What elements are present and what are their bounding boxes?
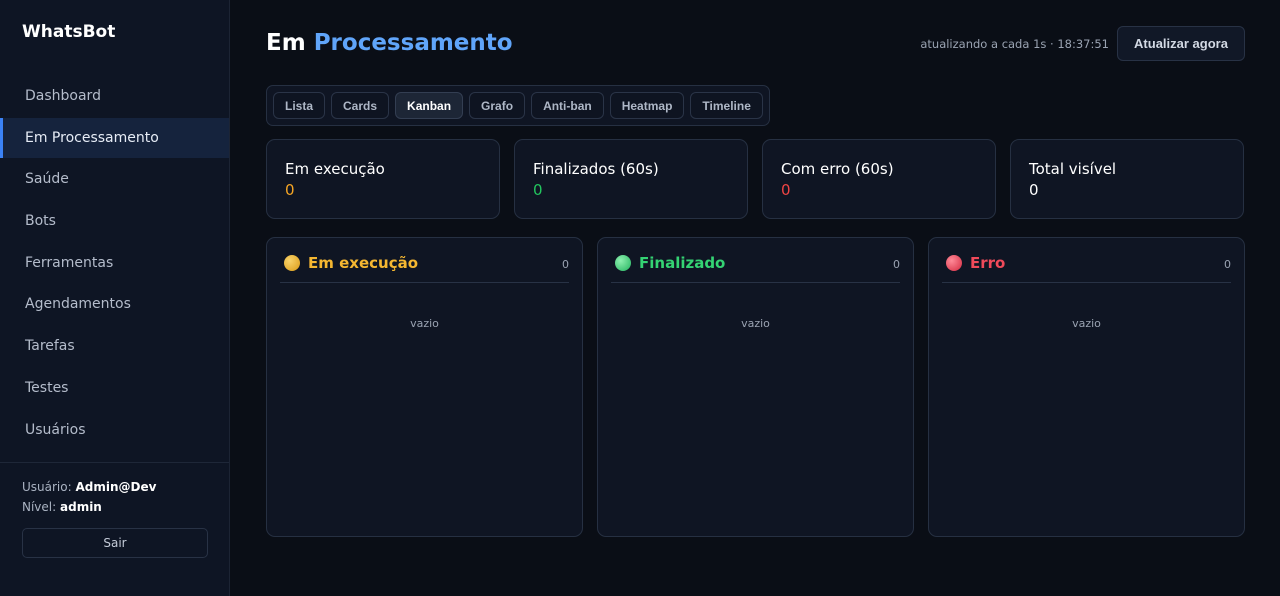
sidebar-item-dashboard[interactable]: Dashboard — [0, 76, 229, 116]
kanban-column-count: 0 — [893, 258, 900, 271]
kanban-column-title: Finalizado — [639, 254, 726, 272]
kanban-column-finished: Finalizado 0 vazio — [597, 237, 914, 537]
stat-value: 0 — [781, 181, 791, 199]
stat-label: Com erro (60s) — [781, 160, 894, 178]
logout-button[interactable]: Sair — [22, 528, 208, 558]
tab-grafo[interactable]: Grafo — [469, 92, 526, 119]
kanban-column-header: Erro 0 — [942, 238, 1231, 283]
tab-heatmap[interactable]: Heatmap — [609, 92, 685, 119]
sidebar-item-testes[interactable]: Testes — [0, 368, 229, 408]
stat-card-errors: Com erro (60s) 0 — [762, 139, 996, 219]
stat-label: Total visível — [1029, 160, 1117, 178]
refresh-now-button[interactable]: Atualizar agora — [1117, 26, 1245, 61]
sidebar-item-label: Dashboard — [25, 88, 101, 104]
sidebar-item-saude[interactable]: Saúde — [0, 159, 229, 199]
sidebar-item-label: Tarefas — [25, 338, 75, 355]
kanban-column-header: Finalizado 0 — [611, 238, 900, 283]
stat-label: Finalizados (60s) — [533, 160, 659, 178]
stat-card-finished: Finalizados (60s) 0 — [514, 139, 748, 219]
brand-logo: WhatsBot — [22, 22, 116, 42]
tab-kanban[interactable]: Kanban — [395, 92, 464, 119]
user-label: Usuário: — [22, 480, 72, 494]
sidebar-item-label: Saúde — [25, 171, 69, 188]
sidebar-divider — [0, 462, 229, 463]
status-dot-icon — [615, 255, 631, 271]
sidebar-item-label: Bots — [25, 213, 56, 230]
page-title-accent: Processamento — [313, 30, 513, 56]
sidebar-item-tarefas[interactable]: Tarefas — [0, 326, 229, 366]
kanban-empty-text: vazio — [741, 317, 770, 330]
kanban-empty-text: vazio — [1072, 317, 1101, 330]
level-value: admin — [60, 500, 102, 514]
sidebar-item-label: Testes — [25, 379, 69, 396]
kanban-column-error: Erro 0 vazio — [928, 237, 1245, 537]
page-title: Em Processamento — [266, 30, 513, 56]
kanban-column-header: Em execução 0 — [280, 238, 569, 283]
tab-lista[interactable]: Lista — [273, 92, 326, 119]
sidebar-nav: Dashboard Em Processamento Saúde Bots Fe… — [0, 76, 229, 451]
status-dot-icon — [946, 255, 962, 271]
level-label: Nível: — [22, 500, 57, 514]
sidebar-item-label: Ferramentas — [25, 254, 114, 271]
sidebar-item-bots[interactable]: Bots — [0, 201, 229, 241]
sidebar-item-label: Agendamentos — [25, 296, 131, 313]
stat-value: 0 — [285, 181, 295, 199]
sidebar: WhatsBot Dashboard Em Processamento Saúd… — [0, 0, 230, 596]
kanban-empty-text: vazio — [410, 317, 439, 330]
stat-label: Em execução — [285, 160, 385, 178]
stat-value: 0 — [533, 181, 543, 199]
sidebar-item-label: Usuários — [25, 421, 86, 438]
kanban-column-count: 0 — [1224, 258, 1231, 271]
sidebar-item-em-processamento[interactable]: Em Processamento — [0, 117, 229, 158]
refresh-status: atualizando a cada 1s · 18:37:51 — [920, 37, 1109, 51]
kanban-column-count: 0 — [562, 258, 569, 271]
sidebar-item-usuarios[interactable]: Usuários — [0, 410, 229, 450]
user-value: Admin@Dev — [75, 480, 157, 494]
sidebar-item-agendamentos[interactable]: Agendamentos — [0, 284, 229, 324]
kanban-column-running: Em execução 0 vazio — [266, 237, 583, 537]
tab-timeline[interactable]: Timeline — [690, 92, 763, 119]
sidebar-item-ferramentas[interactable]: Ferramentas — [0, 243, 229, 283]
stat-card-total: Total visível 0 — [1010, 139, 1244, 219]
user-info: Usuário: Admin@Dev — [22, 480, 156, 494]
status-dot-icon — [284, 255, 300, 271]
tab-cards[interactable]: Cards — [331, 92, 390, 119]
page-title-prefix: Em — [266, 30, 306, 56]
view-tabs: Lista Cards Kanban Grafo Anti-ban Heatma… — [266, 85, 770, 126]
sidebar-item-label: Em Processamento — [25, 129, 159, 146]
stat-value: 0 — [1029, 181, 1039, 199]
stat-card-running: Em execução 0 — [266, 139, 500, 219]
level-info: Nível: admin — [22, 500, 102, 514]
tab-anti-ban[interactable]: Anti-ban — [531, 92, 604, 119]
kanban-column-title: Erro — [970, 254, 1006, 272]
kanban-column-title: Em execução — [308, 254, 419, 272]
